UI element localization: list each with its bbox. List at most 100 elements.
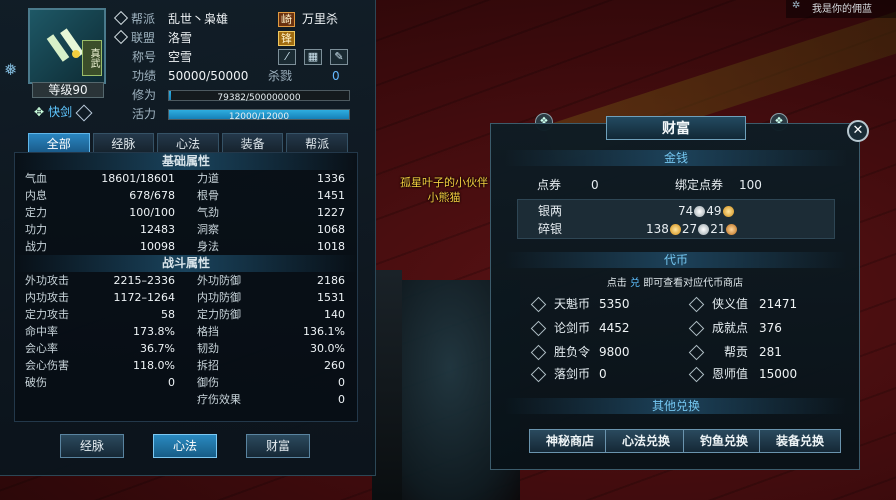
attribute-cell: 气血 18601/18601 bbox=[15, 170, 187, 187]
edit-icon[interactable]: ✎ bbox=[330, 49, 348, 65]
combat-attributes-title: 战斗属性 bbox=[15, 255, 357, 272]
mind-skill-exchange-button[interactable]: 心法兑换 bbox=[605, 429, 687, 453]
attribute-cell: 外功攻击 2215–2336 bbox=[15, 272, 187, 289]
exchange-icon: 兑 bbox=[630, 278, 640, 289]
token-section-title: 代币 bbox=[505, 252, 847, 268]
diamond-icon bbox=[688, 366, 705, 383]
attribute-value: 1068 bbox=[317, 223, 345, 236]
attribute-label: 力道 bbox=[197, 172, 219, 185]
attribute-label: 内功攻击 bbox=[25, 291, 69, 304]
attribute-value: 1018 bbox=[317, 240, 345, 253]
gold-coin-icon bbox=[669, 224, 681, 235]
attribute-cell: 战力 10098 bbox=[15, 238, 187, 255]
vitality-bar: 12000/12000 bbox=[168, 109, 350, 122]
info-row-vitality: 活力 12000/12000 bbox=[116, 105, 356, 124]
snowflake-icon: ❅ bbox=[4, 60, 18, 79]
attribute-cell: 韧劲 30.0% bbox=[187, 340, 359, 357]
currency-tiankui[interactable]: 天魁币 5350 bbox=[530, 294, 630, 314]
silver-coin-icon bbox=[694, 206, 706, 217]
attribute-cell: 根骨 1451 bbox=[187, 187, 359, 204]
attribute-label: 命中率 bbox=[25, 325, 58, 338]
attribute-value: 0 bbox=[168, 376, 175, 389]
currency-luojian[interactable]: 落剑币 0 bbox=[530, 364, 607, 384]
attribute-cell: 御伤 0 bbox=[187, 374, 359, 391]
attribute-cell bbox=[15, 391, 187, 408]
level-label: 等级90 bbox=[32, 82, 104, 98]
wealth-button[interactable]: 财富 bbox=[246, 434, 310, 458]
currency-guild-contribution[interactable]: 帮贡 281 bbox=[688, 342, 782, 362]
attribute-value: 140 bbox=[324, 308, 345, 321]
attribute-label: 外功攻击 bbox=[25, 274, 69, 287]
currency-xiayi[interactable]: 侠义值 21471 bbox=[688, 294, 797, 314]
attribute-cell: 内功防御 1531 bbox=[187, 289, 359, 306]
currency-shengfu[interactable]: 胜负令 9800 bbox=[530, 342, 630, 362]
tab-meridians[interactable]: 经脉 bbox=[92, 133, 155, 153]
currency-lunjian[interactable]: 论剑币 4452 bbox=[530, 318, 630, 338]
skill-label[interactable]: ✥ 快剑 bbox=[34, 103, 93, 121]
money-section-title: 金钱 bbox=[505, 150, 847, 166]
attribute-label: 会心伤害 bbox=[25, 359, 69, 372]
silver-row: 银两 74 49 bbox=[518, 202, 834, 220]
attribute-value: 678/678 bbox=[129, 189, 175, 202]
pen-icon[interactable]: ⁄ bbox=[278, 49, 296, 65]
equipment-exchange-button[interactable]: 装备兑换 bbox=[759, 429, 841, 453]
attribute-cell: 力道 1336 bbox=[187, 170, 359, 187]
attribute-value: 0 bbox=[338, 393, 345, 406]
cultivation-bar: 79382/500000000 bbox=[168, 90, 350, 103]
gear-icon[interactable]: ✲ bbox=[792, 0, 800, 11]
attribute-value: 18601/18601 bbox=[101, 172, 175, 185]
diamond-icon bbox=[75, 104, 93, 121]
attribute-value: 1451 bbox=[317, 189, 345, 202]
attribute-cell: 疗伤效果 0 bbox=[187, 391, 359, 408]
attribute-label: 功力 bbox=[25, 223, 47, 236]
fishing-exchange-button[interactable]: 钓鱼兑换 bbox=[683, 429, 765, 453]
sect-badge: 真武 bbox=[82, 40, 102, 76]
diamond-icon bbox=[688, 296, 705, 313]
attribute-cell: 格挡 136.1% bbox=[187, 323, 359, 340]
attribute-value: 2186 bbox=[317, 274, 345, 287]
attribute-cell: 内息 678/678 bbox=[15, 187, 187, 204]
diamond-icon bbox=[530, 344, 547, 361]
attribute-label: 气劲 bbox=[197, 206, 219, 219]
attribute-value: 100/100 bbox=[129, 206, 175, 219]
info-row-merit: 功绩 50000/50000 杀戮 0 bbox=[132, 69, 340, 83]
attribute-cell: 命中率 173.8% bbox=[15, 323, 187, 340]
attribute-value: 1172–1264 bbox=[113, 291, 176, 304]
close-icon[interactable]: ✕ bbox=[847, 120, 869, 142]
character-panel: ❅ 真武 等级90 ✥ 快剑 帮派 乱世丶枭雄 崎 万里杀 联盟 洛雪 锋 称号 … bbox=[0, 0, 376, 476]
broken-silver-row: 碎银 138 27 21 bbox=[518, 220, 834, 238]
attribute-tabs: 全部 经脉 心法 装备 帮派 bbox=[28, 133, 348, 153]
attribute-label: 气血 bbox=[25, 172, 47, 185]
alliance-tag: 锋 bbox=[278, 31, 295, 46]
other-exchange-title: 其他兑换 bbox=[505, 398, 847, 414]
character-info: 帮派 乱世丶枭雄 崎 万里杀 联盟 洛雪 锋 称号 空雪 ⁄ ▦ ✎ 功绩 50… bbox=[113, 10, 356, 124]
tab-mind-skills[interactable]: 心法 bbox=[157, 133, 219, 153]
npc-name-label[interactable]: 孤星叶子的小伙伴 小熊猫 bbox=[384, 175, 504, 205]
attribute-label: 定力攻击 bbox=[25, 308, 69, 321]
info-row-alliance: 联盟 洛雪 锋 bbox=[113, 29, 356, 48]
attribute-cell: 破伤 0 bbox=[15, 374, 187, 391]
tab-guild[interactable]: 帮派 bbox=[286, 133, 348, 153]
tab-equipment[interactable]: 装备 bbox=[221, 133, 284, 153]
mind-skills-button[interactable]: 心法 bbox=[153, 434, 217, 458]
attribute-label: 内功防御 bbox=[197, 291, 241, 304]
tab-all[interactable]: 全部 bbox=[28, 133, 90, 153]
coupon-row: 点券 0 绑定点券 100 bbox=[537, 178, 762, 192]
currency-mentor[interactable]: 恩师值 15000 bbox=[688, 364, 797, 384]
attribute-cell: 定力攻击 58 bbox=[15, 306, 187, 323]
grid-icon[interactable]: ▦ bbox=[304, 49, 322, 65]
attribute-value: 173.8% bbox=[133, 325, 175, 338]
attribute-label: 拆招 bbox=[197, 359, 219, 372]
character-portrait[interactable]: 真武 bbox=[28, 8, 106, 84]
sword-icon: ✥ bbox=[34, 105, 45, 119]
mystery-shop-button[interactable]: 神秘商店 bbox=[529, 429, 611, 453]
meridians-button[interactable]: 经脉 bbox=[60, 434, 124, 458]
bg-character-silhouette bbox=[372, 270, 402, 500]
attribute-cell: 定力防御 140 bbox=[187, 306, 359, 323]
attribute-label: 身法 bbox=[197, 240, 219, 253]
silver-coin-icon bbox=[698, 224, 710, 235]
currency-achievement[interactable]: 成就点 376 bbox=[688, 318, 782, 338]
attribute-cell: 功力 12483 bbox=[15, 221, 187, 238]
attribute-label: 破伤 bbox=[25, 376, 47, 389]
attribute-cell: 气劲 1227 bbox=[187, 204, 359, 221]
